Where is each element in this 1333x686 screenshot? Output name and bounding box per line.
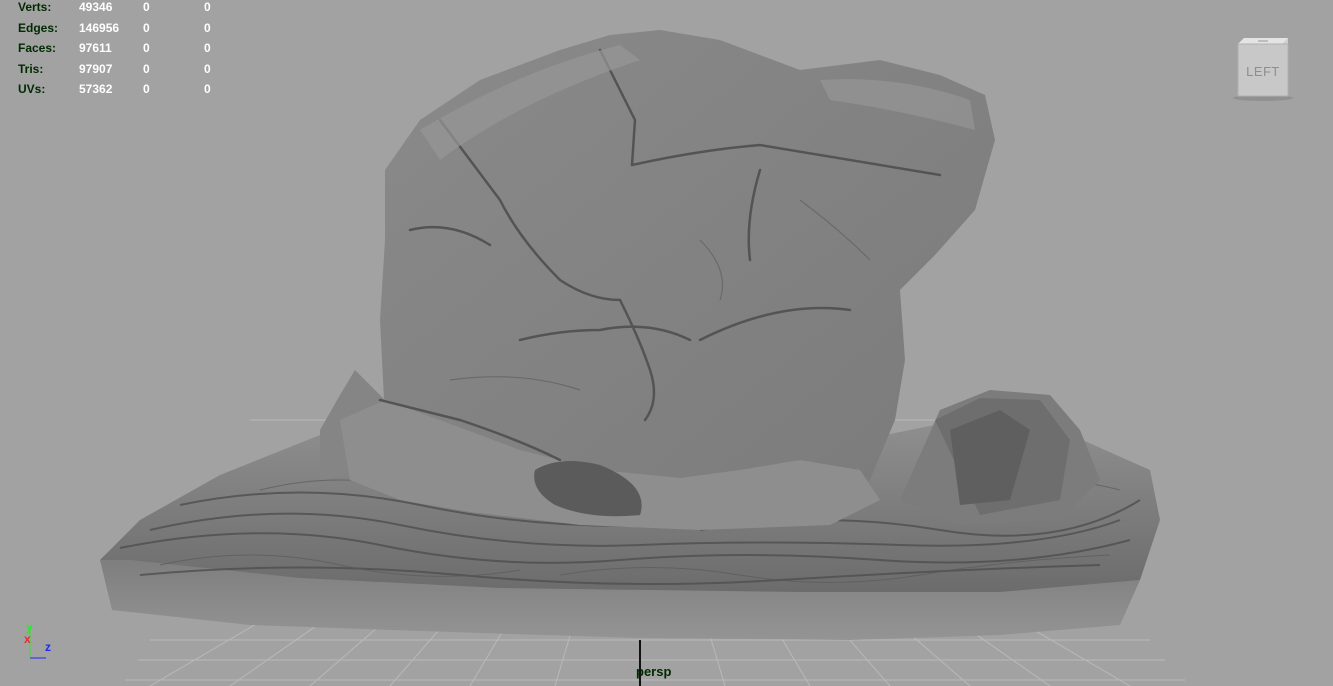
hud-label: Edges: bbox=[18, 20, 59, 35]
hud-label: UVs: bbox=[18, 82, 46, 96]
hud-value: 146956 bbox=[79, 20, 120, 35]
hud-label: Tris: bbox=[18, 61, 44, 76]
viewcube-face-label: LEFT bbox=[1246, 64, 1280, 79]
hud-value: 0 bbox=[143, 82, 150, 96]
viewcube-icon[interactable]: LEFT bbox=[1232, 36, 1294, 102]
hud-value: 97907 bbox=[79, 61, 113, 76]
perspective-viewport[interactable]: Verts: 49346 0 0 Edges: 146956 0 0 Faces… bbox=[0, 0, 1333, 686]
axis-x-label: x bbox=[24, 632, 31, 646]
hud-value: 0 bbox=[143, 61, 150, 76]
hud-label: Verts: bbox=[18, 0, 52, 14]
hud-value: 0 bbox=[204, 61, 211, 76]
hud-value: 0 bbox=[143, 0, 150, 14]
hud-value: 0 bbox=[204, 82, 211, 96]
hud-label: Faces: bbox=[18, 41, 57, 55]
hud-value: 0 bbox=[143, 41, 150, 55]
axis-z-label: z bbox=[45, 640, 51, 654]
hud-value: 57362 bbox=[79, 82, 113, 96]
hud-value: 0 bbox=[143, 20, 150, 35]
hud-value: 0 bbox=[204, 20, 211, 35]
hud-value: 0 bbox=[204, 41, 211, 55]
hud-value: 49346 bbox=[79, 0, 113, 14]
rock-mesh-model[interactable] bbox=[0, 0, 1333, 686]
camera-name-label: persp bbox=[636, 664, 672, 679]
hud-value: 0 bbox=[204, 0, 211, 14]
hud-value: 97611 bbox=[79, 41, 112, 55]
axis-gizmo-icon: y x z bbox=[20, 620, 70, 664]
